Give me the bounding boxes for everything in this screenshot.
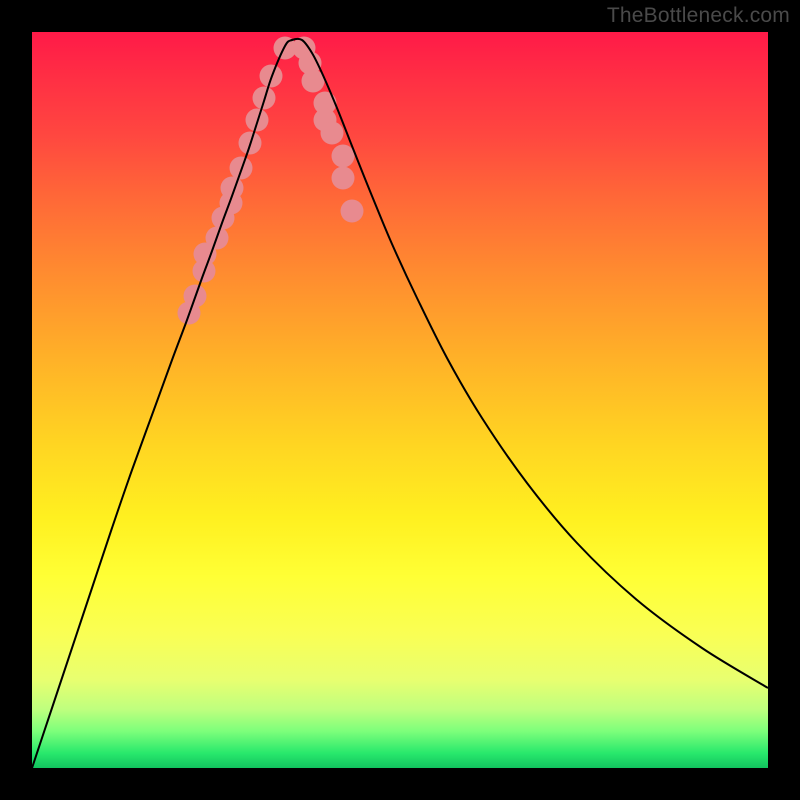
data-point [321, 122, 344, 145]
curve-layer [32, 32, 768, 768]
curve-line [32, 39, 768, 768]
chart-frame: TheBottleneck.com [0, 0, 800, 800]
data-point [332, 145, 355, 168]
watermark-text: TheBottleneck.com [607, 4, 790, 28]
plot-area [32, 32, 768, 768]
data-point [332, 167, 355, 190]
data-point [341, 200, 364, 223]
